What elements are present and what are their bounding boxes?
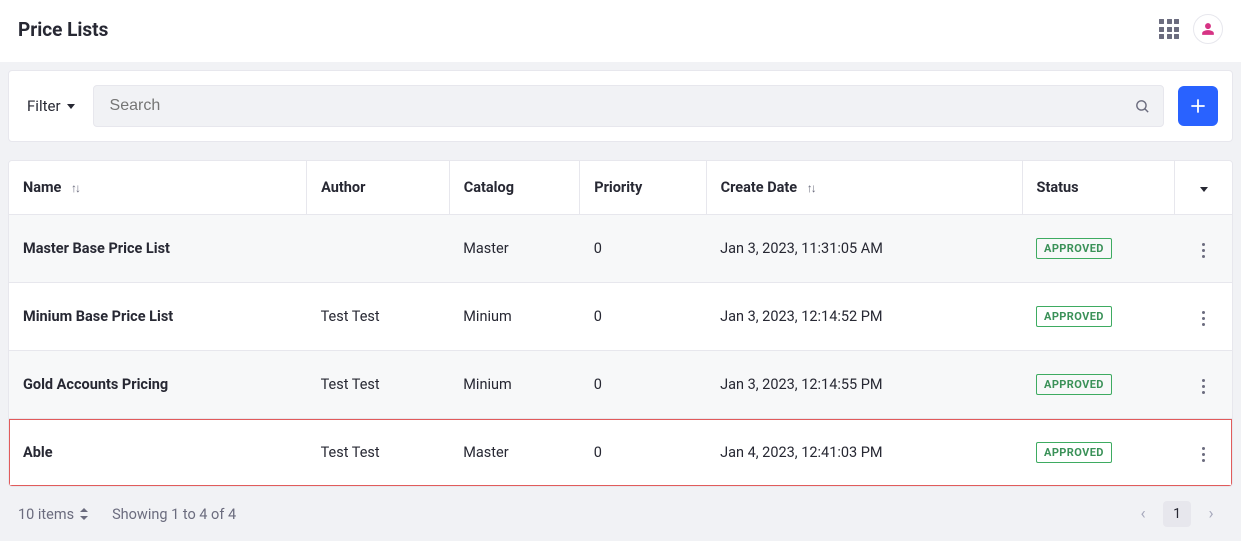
table-row[interactable]: Minium Base Price ListTest TestMinium0Ja…	[9, 283, 1232, 351]
user-icon	[1201, 22, 1215, 36]
toolbar: Filter	[8, 70, 1233, 142]
items-per-page-selector[interactable]: 10 items	[18, 506, 88, 523]
add-button[interactable]	[1178, 86, 1218, 126]
status-badge: APPROVED	[1036, 306, 1112, 327]
column-header-name-label: Name	[23, 179, 61, 196]
cell-catalog: Master	[449, 215, 579, 283]
price-lists-table: Name ↑↓ Author Catalog Priority Create D…	[8, 160, 1233, 487]
table-row[interactable]: Master Base Price List Master0Jan 3, 2023…	[9, 215, 1232, 283]
caret-down-icon	[67, 104, 75, 109]
user-avatar[interactable]	[1193, 14, 1223, 44]
cell-actions	[1175, 351, 1232, 419]
pager-prev[interactable]: ‹	[1129, 501, 1157, 527]
cell-name: Gold Accounts Pricing	[9, 351, 307, 419]
apps-menu-icon[interactable]	[1159, 19, 1179, 39]
plus-icon	[1189, 97, 1207, 115]
search-input[interactable]	[94, 86, 1121, 126]
cell-status: APPROVED	[1022, 419, 1175, 487]
table-row[interactable]: AbleTest TestMaster0Jan 4, 2023, 12:41:0…	[9, 419, 1232, 487]
status-badge: APPROVED	[1036, 238, 1112, 259]
row-actions-button[interactable]	[1196, 441, 1212, 469]
column-header-author[interactable]: Author	[307, 161, 450, 215]
table-footer: 10 items Showing 1 to 4 of 4 ‹ 1 ›	[8, 487, 1233, 533]
cell-priority: 0	[580, 283, 706, 351]
row-actions-button[interactable]	[1196, 305, 1212, 333]
page-title: Price Lists	[18, 18, 108, 41]
cell-catalog: Minium	[449, 351, 579, 419]
table-row[interactable]: Gold Accounts PricingTest TestMinium0Jan…	[9, 351, 1232, 419]
cell-author: Test Test	[307, 351, 450, 419]
cell-catalog: Master	[449, 419, 579, 487]
cell-name: Able	[9, 419, 307, 487]
cell-create-date: Jan 3, 2023, 12:14:55 PM	[706, 351, 1022, 419]
cell-priority: 0	[580, 215, 706, 283]
search-icon[interactable]	[1121, 98, 1163, 115]
cell-author	[307, 215, 450, 283]
cell-author: Test Test	[307, 419, 450, 487]
pager: ‹ 1 ›	[1129, 501, 1225, 527]
column-header-create-date-label: Create Date	[721, 179, 798, 196]
cell-create-date: Jan 4, 2023, 12:41:03 PM	[706, 419, 1022, 487]
chevron-left-icon: ‹	[1140, 504, 1145, 524]
column-header-priority[interactable]: Priority	[580, 161, 706, 215]
items-per-page-label: 10 items	[18, 506, 74, 523]
cell-create-date: Jan 3, 2023, 11:31:05 AM	[706, 215, 1022, 283]
column-header-actions[interactable]	[1175, 161, 1232, 215]
pager-page-current[interactable]: 1	[1163, 501, 1191, 527]
row-actions-button[interactable]	[1196, 237, 1212, 265]
cell-create-date: Jan 3, 2023, 12:14:52 PM	[706, 283, 1022, 351]
cell-name: Master Base Price List	[9, 215, 307, 283]
cell-actions	[1175, 419, 1232, 487]
status-badge: APPROVED	[1036, 442, 1112, 463]
cell-name: Minium Base Price List	[9, 283, 307, 351]
chevron-right-icon: ›	[1208, 504, 1213, 524]
column-header-create-date[interactable]: Create Date ↑↓	[706, 161, 1022, 215]
cell-priority: 0	[580, 351, 706, 419]
status-badge: APPROVED	[1036, 374, 1112, 395]
filter-label: Filter	[27, 97, 61, 115]
cell-actions	[1175, 215, 1232, 283]
pager-next[interactable]: ›	[1197, 501, 1225, 527]
column-header-status[interactable]: Status	[1022, 161, 1175, 215]
cell-actions	[1175, 283, 1232, 351]
sort-icon: ↑↓	[807, 181, 815, 195]
cell-priority: 0	[580, 419, 706, 487]
cell-author: Test Test	[307, 283, 450, 351]
cell-status: APPROVED	[1022, 283, 1175, 351]
filter-button[interactable]: Filter	[23, 91, 79, 121]
column-header-name[interactable]: Name ↑↓	[9, 161, 307, 215]
cell-catalog: Minium	[449, 283, 579, 351]
caret-down-icon	[1200, 187, 1208, 192]
cell-status: APPROVED	[1022, 351, 1175, 419]
cell-status: APPROVED	[1022, 215, 1175, 283]
column-header-catalog[interactable]: Catalog	[449, 161, 579, 215]
sort-icon: ↑↓	[71, 181, 79, 195]
showing-text: Showing 1 to 4 of 4	[112, 506, 236, 523]
row-actions-button[interactable]	[1196, 373, 1212, 401]
updown-icon	[80, 508, 88, 520]
search-field[interactable]	[93, 85, 1164, 127]
